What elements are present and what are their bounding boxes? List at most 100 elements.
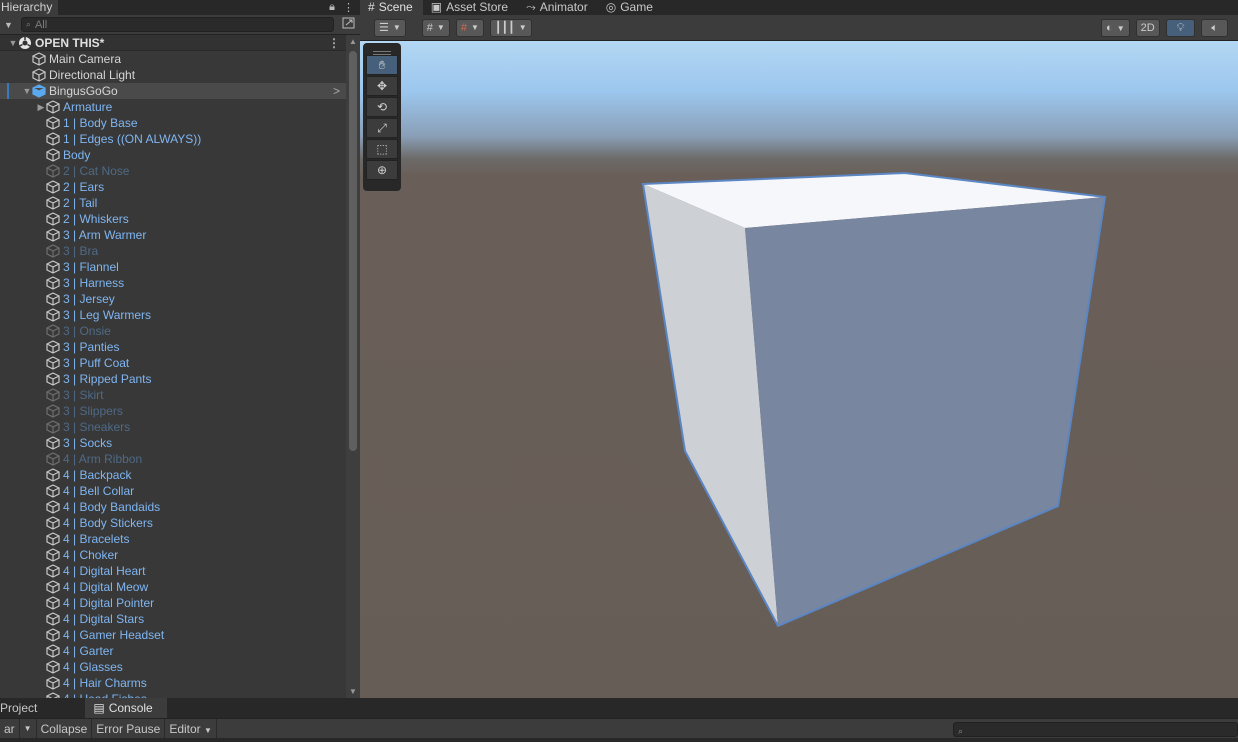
hierarchy-row[interactable]: 2 | Cat Nose [0, 163, 346, 179]
toggle-2d-button[interactable]: 2D [1135, 19, 1160, 37]
hierarchy-row[interactable]: 4 | Digital Meow [0, 579, 346, 595]
tab-game[interactable]: ◎ Game [598, 0, 663, 15]
gameobject-cube-icon [46, 244, 60, 258]
hierarchy-row-label: 3 | Sneakers [63, 420, 131, 434]
hierarchy-row[interactable]: 4 | Digital Heart [0, 563, 346, 579]
console-search-input[interactable]: ⌕ [953, 722, 1238, 737]
hierarchy-search-input[interactable]: ⌕ All [20, 17, 334, 32]
tab-animator-label: Animator [539, 0, 588, 14]
tab-scene[interactable]: # Scene [360, 0, 423, 15]
hand-tool[interactable]: ✋︎ [366, 55, 398, 75]
increment-snap-dropdown[interactable]: # ▼ [455, 18, 484, 37]
hierarchy-row[interactable]: 3 | Puff Coat [0, 355, 346, 371]
overlay-grip[interactable] [366, 47, 398, 55]
tab-asset-store[interactable]: ▣ Asset Store [423, 0, 518, 15]
audio-toggle-button[interactable]: 🔈︎ [1201, 19, 1228, 37]
scrollbar-thumb[interactable] [349, 51, 357, 451]
hierarchy-row[interactable]: 4 | Backpack [0, 467, 346, 483]
scale-tool[interactable]: ⤢ [366, 118, 398, 138]
hierarchy-row[interactable]: 4 | Bracelets [0, 531, 346, 547]
hierarchy-row[interactable]: 3 | Slippers [0, 403, 346, 419]
hierarchy-row[interactable]: 4 | Bell Collar [0, 483, 346, 499]
tab-console[interactable]: ▤ Console [85, 698, 167, 718]
editor-dropdown[interactable]: Editor ▼ [165, 718, 217, 739]
hierarchy-row[interactable]: 3 | Sneakers [0, 419, 346, 435]
scene-menu-icon[interactable]: ⋮ [328, 35, 340, 51]
scene-viewport[interactable]: ✋︎ ✥ ⟲ ⤢ ⬚ ⊕ [360, 41, 1238, 698]
gameobject-cube-icon [46, 628, 60, 642]
lock-icon[interactable]: 🔒︎ [329, 1, 335, 14]
kebab-menu-icon[interactable]: ⋮ [343, 1, 354, 14]
hierarchy-row[interactable]: 2 | Whiskers [0, 211, 346, 227]
hierarchy-row-label: 3 | Panties [63, 340, 120, 354]
grid-snapping-dropdown[interactable]: # ▼ [421, 18, 450, 37]
transform-tool[interactable]: ⊕ [366, 160, 398, 180]
hierarchy-row[interactable]: 4 | Body Bandaids [0, 499, 346, 515]
chevron-down-icon[interactable]: ▼ [22, 83, 32, 99]
hierarchy-row[interactable]: 3 | Ripped Pants [0, 371, 346, 387]
ruler-dropdown[interactable]: ┃┃┃ ▼ [489, 18, 532, 37]
hierarchy-row[interactable]: 4 | Garter [0, 643, 346, 659]
lighting-toggle-button[interactable]: 💡︎ [1165, 19, 1196, 37]
move-tool[interactable]: ✥ [366, 76, 398, 96]
hierarchy-row[interactable]: 3 | Leg Warmers [0, 307, 346, 323]
scroll-up-icon[interactable]: ▲ [346, 37, 360, 46]
hierarchy-row[interactable]: 4 | Arm Ribbon [0, 451, 346, 467]
gameobject-cube-icon [46, 132, 60, 146]
chevron-right-icon[interactable]: ▶ [36, 99, 46, 115]
hierarchy-row[interactable]: ▼ BingusGoGo > [0, 83, 346, 99]
tab-project-folder[interactable] [0, 698, 85, 718]
scroll-down-icon[interactable]: ▼ [346, 687, 360, 696]
chevron-down-icon: ▼ [392, 23, 401, 32]
hierarchy-row[interactable]: 4 | Body Stickers [0, 515, 346, 531]
scene-row[interactable]: ▼ OPEN THIS* ⋮ [0, 35, 346, 51]
hierarchy-row-label: 3 | Skirt [63, 388, 104, 402]
gameobject-cube-icon [46, 516, 60, 530]
hierarchy-row[interactable]: 4 | Head Fishes [0, 691, 346, 698]
hierarchy-row[interactable]: 3 | Panties [0, 339, 346, 355]
hierarchy-row[interactable]: 3 | Onsie [0, 323, 346, 339]
tab-hierarchy[interactable]: Hierarchy [0, 0, 59, 15]
hierarchy-row[interactable]: ▶ Armature [0, 99, 346, 115]
hierarchy-row-label: 3 | Socks [63, 436, 113, 450]
hierarchy-row[interactable]: 3 | Bra [0, 243, 346, 259]
hierarchy-scrollbar[interactable]: ▲ ▼ [346, 35, 360, 698]
clear-dropdown-icon[interactable]: ▼ [20, 718, 37, 739]
rect-tool[interactable]: ⬚ [366, 139, 398, 159]
hierarchy-row[interactable]: 3 | Socks [0, 435, 346, 451]
hierarchy-row[interactable]: Body [0, 147, 346, 163]
draw-mode-dropdown[interactable]: ☰ ▼ [374, 18, 406, 37]
hierarchy-row-label: 3 | Bra [63, 244, 99, 258]
open-prefab-icon[interactable]: > [333, 83, 340, 99]
hierarchy-row[interactable]: 1 | Body Base [0, 115, 346, 131]
hierarchy-row[interactable]: 4 | Hair Charms [0, 675, 346, 691]
tab-animator[interactable]: ⤳ Animator [518, 0, 598, 15]
hierarchy-row[interactable]: 1 | Edges ((ON ALWAYS)) [0, 131, 346, 147]
hierarchy-row[interactable]: 2 | Ears [0, 179, 346, 195]
hierarchy-row[interactable]: Main Camera [0, 51, 346, 67]
hierarchy-row[interactable]: Directional Light [0, 67, 346, 83]
hierarchy-row[interactable]: 4 | Glasses [0, 659, 346, 675]
clear-button[interactable]: ar [0, 718, 20, 739]
scale-icon: ⤢ [377, 120, 387, 135]
hierarchy-row[interactable]: 3 | Jersey [0, 291, 346, 307]
hierarchy-row[interactable]: 3 | Skirt [0, 387, 346, 403]
collapse-button[interactable]: Collapse [37, 718, 93, 739]
hierarchy-row-label: 4 | Digital Stars [63, 612, 145, 626]
hierarchy-row[interactable]: 4 | Gamer Headset [0, 627, 346, 643]
cube-object[interactable] [360, 41, 1238, 698]
rotate-tool[interactable]: ⟲ [366, 97, 398, 117]
chevron-down-icon[interactable]: ▼ [8, 35, 18, 51]
hierarchy-row[interactable]: 3 | Flannel [0, 259, 346, 275]
scene-visibility-icon[interactable] [342, 16, 356, 33]
hierarchy-row-label: Main Camera [49, 52, 122, 66]
hierarchy-row[interactable]: 3 | Harness [0, 275, 346, 291]
hierarchy-row[interactable]: 2 | Tail [0, 195, 346, 211]
shading-mode-dropdown[interactable]: ◐ ▼ [1101, 19, 1130, 37]
hierarchy-row[interactable]: 4 | Digital Stars [0, 611, 346, 627]
hierarchy-row[interactable]: 4 | Digital Pointer [0, 595, 346, 611]
error-pause-button[interactable]: Error Pause [92, 718, 166, 739]
create-dropdown-icon[interactable]: ▼ [4, 20, 13, 30]
hierarchy-row[interactable]: 4 | Choker [0, 547, 346, 563]
hierarchy-row[interactable]: 3 | Arm Warmer [0, 227, 346, 243]
